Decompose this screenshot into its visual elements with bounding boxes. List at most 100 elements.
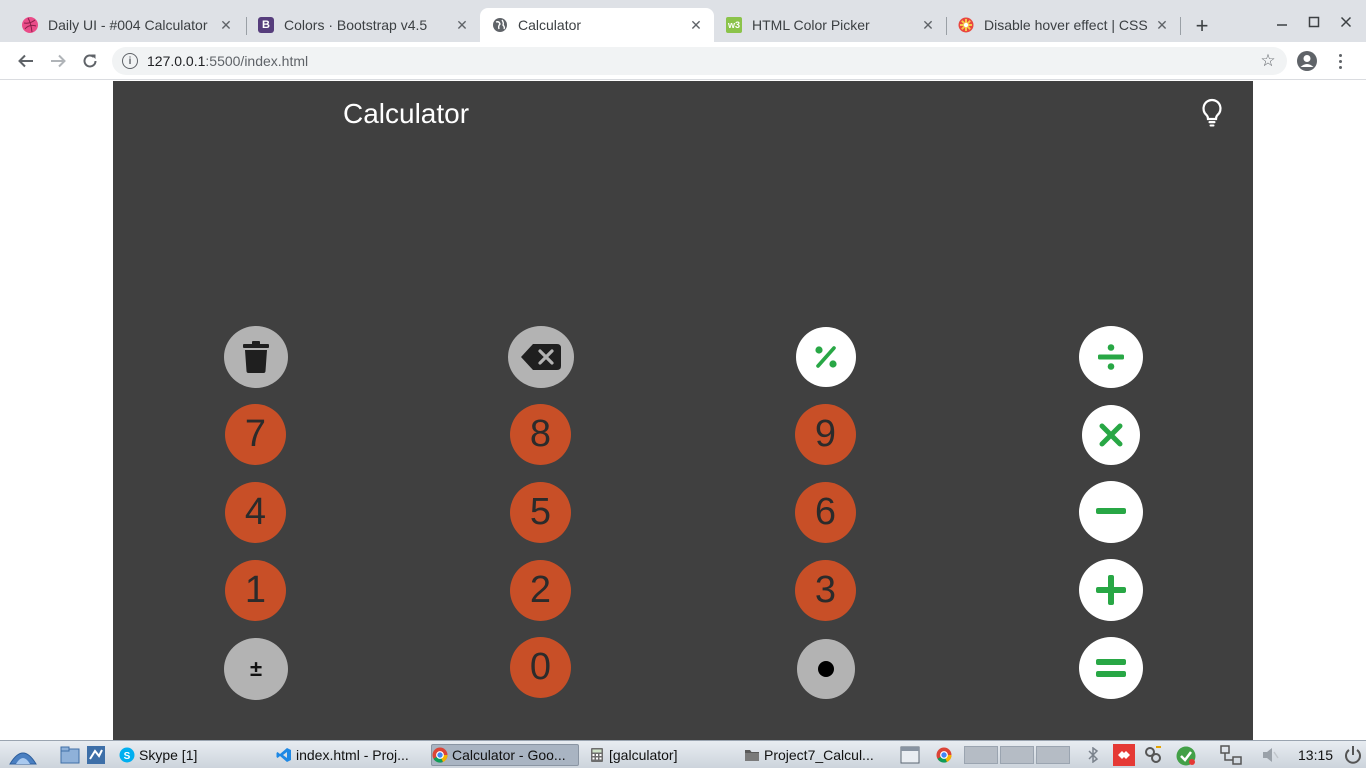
url-path: :5500/index.html	[205, 53, 309, 69]
taskbar: S Skype [1] index.html - Proj... Calcula…	[0, 740, 1366, 768]
key-6[interactable]: 6	[795, 482, 856, 543]
dribbble-icon	[22, 17, 38, 33]
percent-icon	[815, 346, 837, 368]
window-list-icon[interactable]	[900, 746, 920, 764]
taskbar-clock[interactable]: 13:15	[1298, 747, 1333, 763]
site-info-icon[interactable]: i	[122, 53, 138, 69]
equals-button[interactable]	[1079, 637, 1143, 699]
close-tab-icon[interactable]: ✕	[688, 17, 704, 33]
key-0[interactable]: 0	[510, 637, 571, 698]
reload-icon[interactable]	[77, 48, 103, 74]
times-icon	[1099, 423, 1123, 447]
page-title: Calculator	[343, 98, 470, 129]
tab-title: Daily UI - #004 Calculator	[48, 17, 208, 33]
tab-daily-ui[interactable]: Daily UI - #004 Calculator ✕	[0, 8, 244, 42]
tab-bootstrap-colors[interactable]: B Colors · Bootstrap v4.5 ✕	[236, 8, 480, 42]
tab-title: Disable hover effect | CSS	[984, 17, 1148, 33]
decimal-button[interactable]	[797, 639, 855, 699]
close-window-icon[interactable]	[1334, 10, 1358, 34]
network-icon[interactable]	[86, 745, 106, 765]
codepen-icon	[958, 17, 974, 33]
file-manager-icon[interactable]	[60, 746, 80, 764]
trash-icon	[243, 341, 269, 373]
skype-icon: S	[119, 747, 135, 763]
address-bar[interactable]: i 127.0.0.1:5500/index.html ☆	[112, 47, 1287, 75]
multiply-button[interactable]	[1082, 405, 1140, 465]
plus-icon	[1096, 575, 1126, 605]
browser-menu-icon[interactable]	[1332, 49, 1348, 73]
tab-title: Calculator	[518, 17, 582, 33]
percent-button[interactable]	[796, 327, 856, 387]
tab-disable-hover[interactable]: Disable hover effect | CSS ✕	[946, 8, 1180, 42]
sync-check-icon[interactable]	[1175, 745, 1197, 767]
equals-icon	[1096, 659, 1126, 677]
dot-icon	[818, 661, 834, 677]
network-connection-icon[interactable]	[1220, 745, 1242, 765]
new-tab-icon[interactable]: +	[1190, 13, 1214, 38]
taskbar-item-label: index.html - Proj...	[296, 747, 409, 763]
toggle-sign-button[interactable]: ±	[224, 638, 288, 700]
tab-title: HTML Color Picker	[752, 17, 870, 33]
taskbar-item-label: [galculator]	[609, 747, 678, 763]
close-tab-icon[interactable]: ✕	[920, 17, 936, 33]
calculator-app: Calculator 7 8 9 4 5 6 1 2 3 ± 0	[113, 81, 1253, 740]
workspace-3[interactable]	[1036, 746, 1070, 764]
start-menu-icon[interactable]	[8, 744, 38, 766]
workspace-2[interactable]	[1000, 746, 1034, 764]
bookmark-star-icon[interactable]: ☆	[1259, 52, 1277, 70]
workspace-1[interactable]	[964, 746, 998, 764]
power-icon[interactable]	[1343, 745, 1363, 765]
taskbar-item-chrome[interactable]: Calculator - Goo...	[431, 744, 579, 766]
taskbar-item-folder[interactable]: Project7_Calcul...	[744, 744, 886, 766]
divide-button[interactable]	[1079, 326, 1143, 388]
tab-calculator[interactable]: Calculator ✕	[480, 8, 714, 42]
browser-toolbar: i 127.0.0.1:5500/index.html ☆	[0, 42, 1366, 80]
taskbar-item-vscode[interactable]: index.html - Proj...	[276, 744, 426, 766]
w3schools-icon: w3	[726, 17, 742, 33]
taskbar-item-galculator[interactable]: [galculator]	[589, 744, 734, 766]
close-tab-icon[interactable]: ✕	[1154, 17, 1170, 33]
back-icon[interactable]	[13, 48, 39, 74]
add-button[interactable]	[1079, 559, 1143, 621]
taskbar-item-label: Project7_Calcul...	[764, 747, 874, 763]
tab-strip: Daily UI - #004 Calculator ✕ B Colors · …	[0, 0, 1366, 42]
key-4[interactable]: 4	[225, 482, 286, 543]
calculator-app-icon	[591, 748, 603, 762]
minus-icon	[1096, 508, 1126, 514]
close-tab-icon[interactable]: ✕	[218, 17, 234, 33]
update-notifier-icon[interactable]	[1143, 745, 1163, 765]
close-tab-icon[interactable]: ✕	[454, 17, 470, 33]
globe-icon	[492, 17, 508, 33]
taskbar-item-label: Skype [1]	[139, 747, 198, 763]
key-1[interactable]: 1	[225, 560, 286, 621]
key-3[interactable]: 3	[795, 560, 856, 621]
tab-html-color-picker[interactable]: w3 HTML Color Picker ✕	[714, 8, 946, 42]
chrome-launcher-icon[interactable]	[936, 747, 952, 763]
svg-text:S: S	[124, 751, 131, 762]
tab-divider	[1180, 17, 1181, 35]
taskbar-item-skype[interactable]: S Skype [1]	[119, 744, 259, 766]
divide-icon	[1098, 344, 1124, 370]
minimize-icon[interactable]	[1270, 10, 1294, 34]
anydesk-icon[interactable]	[1113, 744, 1135, 766]
bluetooth-icon[interactable]	[1087, 747, 1099, 763]
key-2[interactable]: 2	[510, 560, 571, 621]
key-7[interactable]: 7	[225, 404, 286, 465]
url-host: 127.0.0.1	[147, 53, 206, 69]
profile-avatar-icon[interactable]	[1296, 50, 1318, 72]
clear-button[interactable]	[224, 326, 288, 388]
key-5[interactable]: 5	[510, 482, 571, 543]
tab-title: Colors · Bootstrap v4.5	[284, 17, 428, 33]
lightbulb-icon[interactable]	[1200, 98, 1224, 128]
backspace-button[interactable]	[508, 326, 574, 388]
chrome-icon	[432, 747, 448, 763]
maximize-icon[interactable]	[1302, 10, 1326, 34]
subtract-button[interactable]	[1079, 481, 1143, 543]
backspace-icon	[521, 344, 561, 370]
forward-icon[interactable]	[45, 48, 71, 74]
volume-muted-icon[interactable]	[1262, 747, 1280, 763]
key-9[interactable]: 9	[795, 404, 856, 465]
folder-icon	[745, 750, 759, 761]
key-8[interactable]: 8	[510, 404, 571, 465]
vscode-icon	[276, 748, 291, 762]
